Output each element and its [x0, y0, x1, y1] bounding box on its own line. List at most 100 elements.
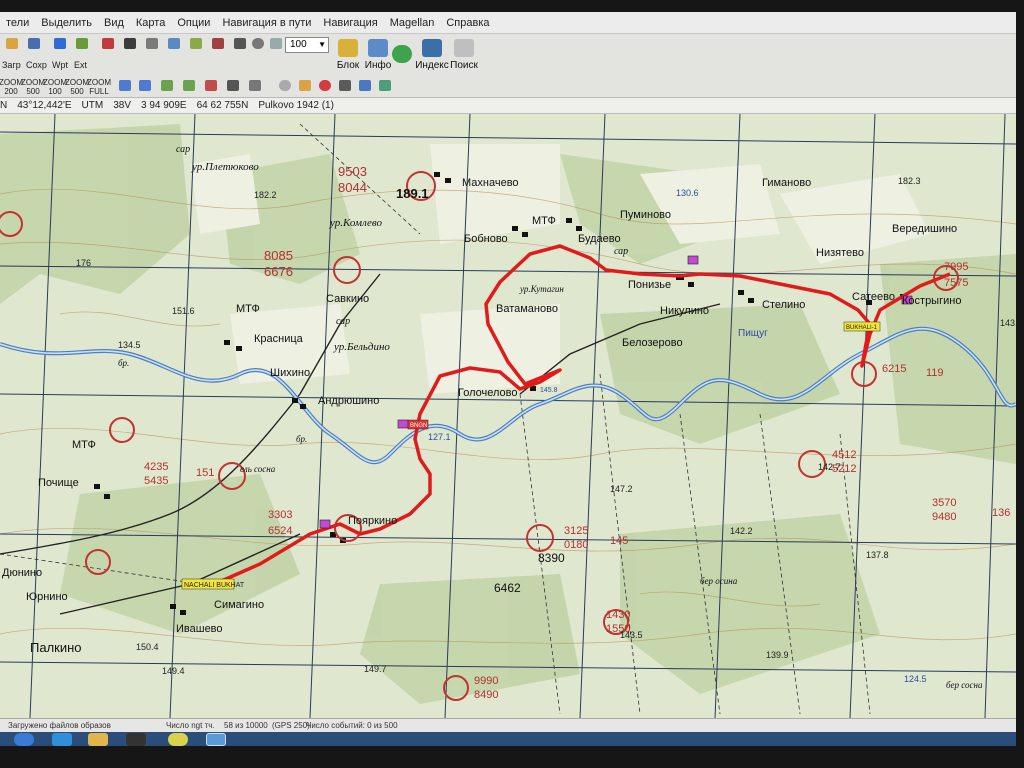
- map-canvas[interactable]: NACHALI BUKHAT BUKHALI-1 BNGN Махначево …: [0, 114, 1016, 718]
- svg-text:NACHALI BUKHAT: NACHALI BUKHAT: [184, 582, 245, 589]
- magnifier-button[interactable]: [250, 38, 266, 58]
- zoom-500-button[interactable]: ZOOM 500: [21, 78, 45, 98]
- hide-button[interactable]: [166, 38, 182, 58]
- layer-icon: [190, 38, 202, 49]
- village-label: Кострыгино: [902, 295, 961, 307]
- wpt-label[interactable]: Wpt: [52, 60, 68, 80]
- tool-gps-2[interactable]: [138, 80, 152, 100]
- copy-icon: [270, 38, 282, 49]
- grid-number: 6462: [494, 581, 521, 595]
- zoom-500b-button[interactable]: ZOOM 500: [65, 78, 89, 98]
- menu-item-navigation[interactable]: Навигация: [317, 17, 383, 29]
- save-button[interactable]: [26, 38, 42, 58]
- load-label[interactable]: Загр: [2, 60, 21, 80]
- gps-icon: [183, 80, 195, 91]
- red-number: 7995: [944, 261, 968, 273]
- red-number: 9480: [932, 511, 956, 523]
- zoom-100-button[interactable]: ZOOM 100: [43, 78, 67, 98]
- red-number: 9990: [474, 675, 498, 687]
- menu-item-options[interactable]: Опции: [171, 17, 216, 29]
- track-button[interactable]: [100, 38, 116, 58]
- show-button[interactable]: [144, 38, 160, 58]
- height-label: 149.7: [364, 664, 387, 674]
- village-label: Будаево: [578, 233, 621, 245]
- copy-button[interactable]: [268, 38, 284, 58]
- ext-button[interactable]: [74, 38, 90, 58]
- map-app-taskbar-icon[interactable]: [206, 733, 226, 746]
- tool-gps-1[interactable]: [118, 80, 132, 100]
- menu-item-cut[interactable]: тели: [0, 17, 35, 29]
- menu-item-map[interactable]: Карта: [130, 17, 171, 29]
- ext-icon: [76, 38, 88, 49]
- zoom-label: ZOOM: [87, 78, 111, 87]
- ext-label[interactable]: Ext: [74, 60, 87, 80]
- village-label: Сатеево: [852, 291, 895, 303]
- menu-item-magellan[interactable]: Magellan: [384, 17, 441, 29]
- route-button[interactable]: [122, 38, 138, 58]
- browser-ie-icon[interactable]: [52, 733, 72, 746]
- menu-item-select[interactable]: Выделить: [35, 17, 98, 29]
- zoom-200-button[interactable]: ZOOM 200: [0, 78, 23, 98]
- height-label: 151.6: [172, 306, 195, 316]
- tool-gps-5[interactable]: [204, 80, 218, 100]
- menu-item-nav-route[interactable]: Навигация в пути: [216, 17, 317, 29]
- disk-icon: [28, 38, 40, 49]
- zoom-select[interactable]: 100 ▼: [285, 37, 329, 53]
- village-label: Палкино: [30, 640, 82, 655]
- coord-northing: 64 62 755N: [196, 100, 249, 111]
- waypoint-label-bngn[interactable]: BNGN: [407, 419, 429, 430]
- waypoint-label-bukhali[interactable]: BUKHALI-1: [843, 321, 881, 332]
- show2-button[interactable]: [188, 38, 204, 58]
- tool-gps-6[interactable]: [226, 80, 240, 100]
- tool-button-b[interactable]: [232, 38, 248, 58]
- route-icon: [124, 38, 136, 49]
- tool-gps-4[interactable]: [182, 80, 196, 100]
- red-number: 1430: [606, 609, 630, 621]
- tool-button-a[interactable]: [210, 38, 226, 58]
- explorer-icon[interactable]: [88, 733, 108, 746]
- waypoint-marker[interactable]: [319, 519, 331, 529]
- topographic-map[interactable]: NACHALI BUKHAT BUKHALI-1 BNGN Махначево …: [0, 114, 1016, 718]
- chevron-down-icon: ▼: [318, 40, 326, 49]
- village-label: Ивашево: [176, 623, 223, 635]
- waypoint-marker[interactable]: [397, 419, 409, 429]
- tool-gps-7[interactable]: [248, 80, 262, 100]
- waypoint-marker[interactable]: [687, 255, 699, 265]
- village-label: Голочелово: [458, 387, 518, 399]
- coord-easting: 3 94 909E: [141, 100, 187, 111]
- crosshair-button[interactable]: [278, 80, 292, 100]
- menu-bar: тели Выделить Вид Карта Опции Навигация …: [0, 12, 1016, 34]
- red-number: 4512: [832, 449, 856, 461]
- sort-button[interactable]: [338, 80, 352, 100]
- red-number: 3570: [932, 497, 956, 509]
- village-label: Белозерово: [622, 337, 683, 349]
- forest-type-label: ель сосна: [240, 464, 276, 474]
- toolbar: 100 ▼ Блок Инфо Индекс Поиск Загр Сохр W…: [0, 34, 1016, 98]
- farm-label: МТФ: [236, 303, 260, 315]
- height-label: 176: [76, 258, 91, 268]
- chrome-icon[interactable]: [168, 733, 188, 746]
- barn-label: сар: [176, 144, 190, 155]
- load-button[interactable]: [4, 38, 20, 58]
- profile-button[interactable]: [358, 80, 372, 100]
- zoom-label: ZOOM: [65, 78, 89, 87]
- sort-icon: [339, 80, 351, 91]
- start-icon[interactable]: [14, 733, 34, 746]
- menu-item-help[interactable]: Справка: [440, 17, 495, 29]
- signal-button[interactable]: [378, 80, 392, 100]
- zoom-full-button[interactable]: ZOOM FULL: [87, 78, 111, 98]
- menu-item-view[interactable]: Вид: [98, 17, 130, 29]
- close-track-button[interactable]: [318, 80, 332, 100]
- tool-gps-3[interactable]: [160, 80, 174, 100]
- search-button[interactable]: Поиск: [444, 34, 484, 76]
- waypoint-button[interactable]: [52, 38, 68, 58]
- waypoint-icon: [54, 38, 66, 49]
- index-map-icon: [422, 39, 442, 57]
- hazard-button[interactable]: [298, 80, 312, 100]
- coordinate-bar: N 43°12,442'E UTM 38V 3 94 909E 64 62 75…: [0, 98, 1016, 114]
- village-label: Пояркино: [348, 515, 397, 527]
- media-icon[interactable]: [126, 733, 146, 746]
- status-points-value: 58 из 10000: [224, 721, 268, 730]
- save-label[interactable]: Сохр: [26, 60, 47, 80]
- red-number: 8044: [338, 180, 367, 195]
